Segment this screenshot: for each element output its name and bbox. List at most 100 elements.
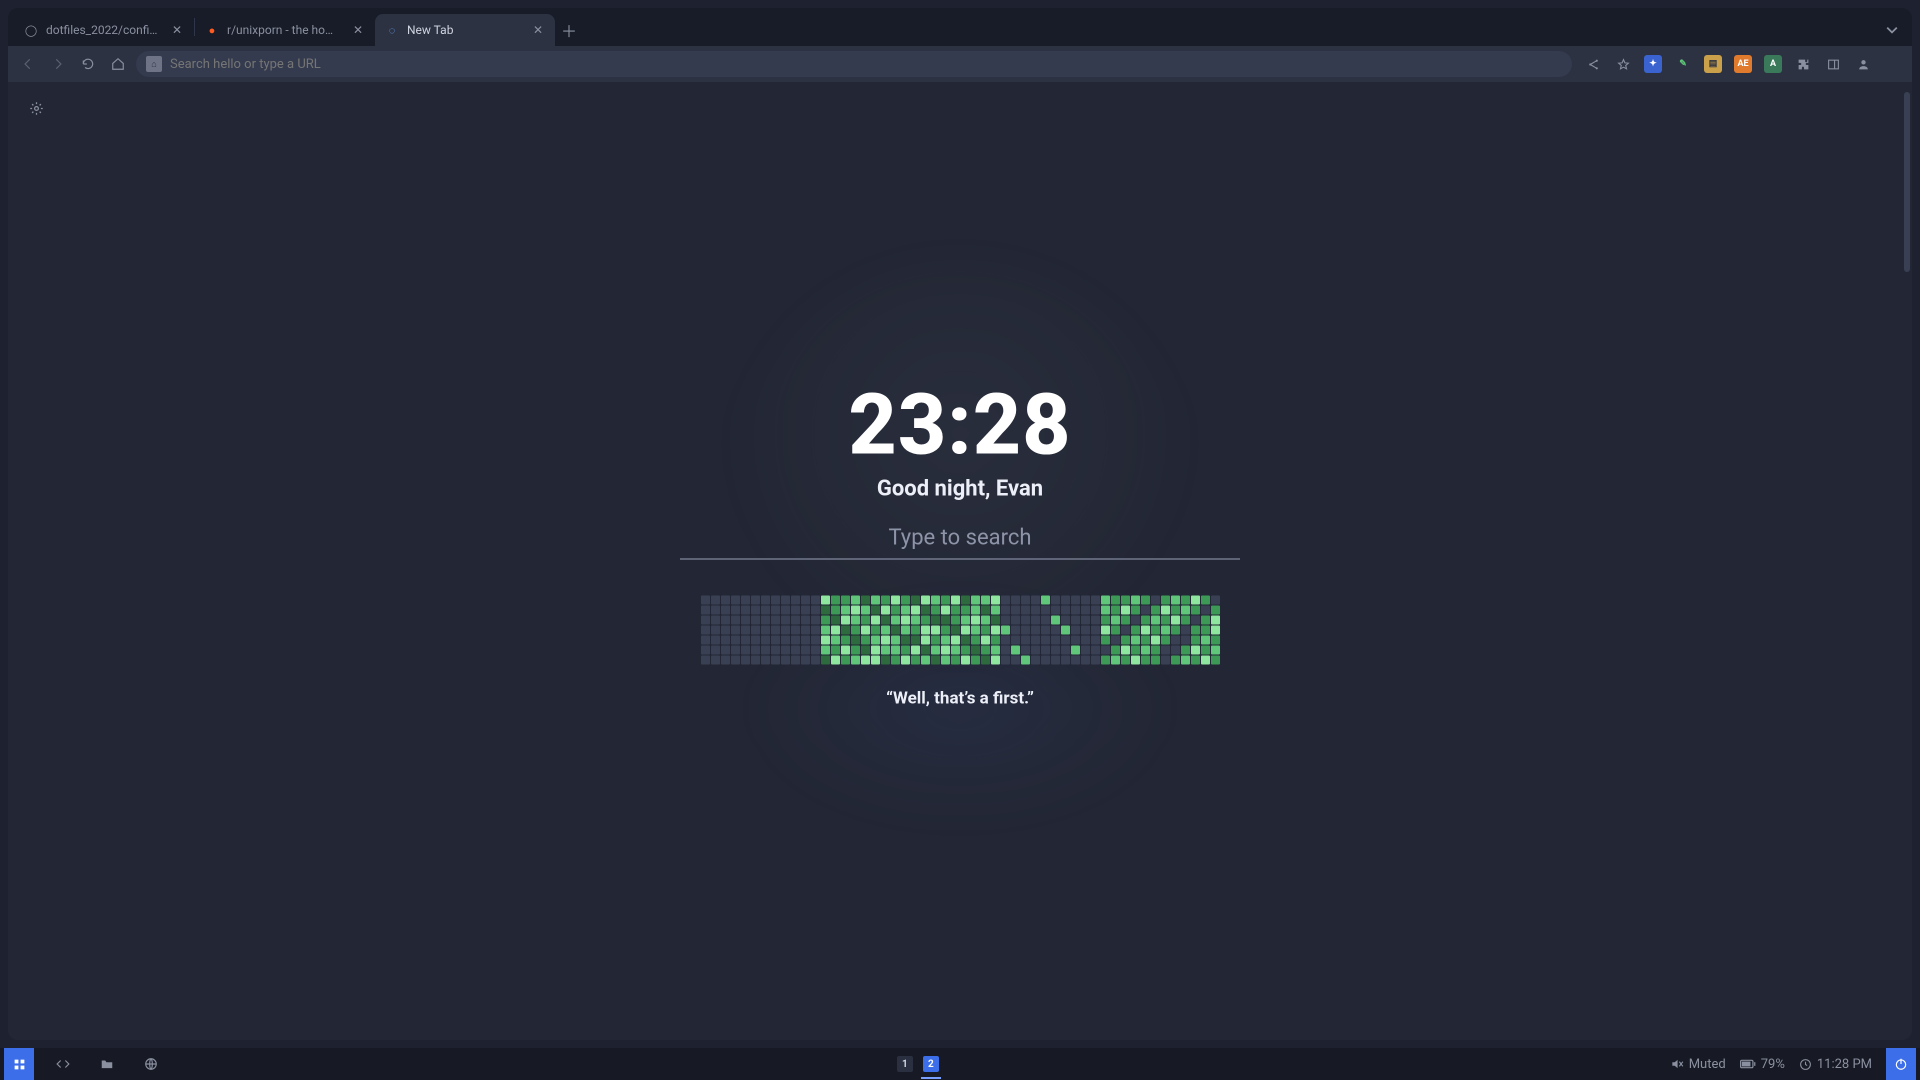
extension-button-2[interactable]: ✎	[1672, 53, 1694, 75]
workspace-2[interactable]: 2	[923, 1056, 939, 1072]
tab-unixporn[interactable]: ● r/unixporn - the home for *N ✕	[195, 14, 375, 46]
site-info-icon[interactable]: ⌂	[146, 56, 162, 72]
contribution-cell	[1101, 625, 1110, 634]
contribution-cell	[701, 605, 710, 614]
contribution-cell	[861, 605, 870, 614]
contribution-cell	[781, 645, 790, 654]
contribution-cell	[1201, 625, 1210, 634]
audio-status[interactable]: Muted	[1670, 1057, 1726, 1072]
contribution-cell	[1091, 615, 1100, 624]
omnibox[interactable]: ⌂	[136, 51, 1572, 77]
contribution-cell	[1061, 615, 1070, 624]
contribution-cell	[771, 645, 780, 654]
contribution-cell	[921, 605, 930, 614]
contribution-cell	[1101, 595, 1110, 604]
sidepanel-icon	[1827, 58, 1840, 71]
contribution-cell	[1131, 615, 1140, 624]
contribution-cell	[971, 655, 980, 664]
close-icon[interactable]: ✕	[531, 23, 545, 37]
newtab-search[interactable]	[680, 521, 1240, 559]
contribution-cell	[1041, 655, 1050, 664]
contribution-cell	[711, 635, 720, 644]
contribution-cell	[1151, 615, 1160, 624]
contribution-cell	[811, 635, 820, 644]
extensions-menu-button[interactable]	[1792, 53, 1814, 75]
tabs-overflow-button[interactable]	[1878, 14, 1906, 46]
address-input[interactable]	[170, 57, 1562, 72]
contribution-cell	[821, 635, 830, 644]
contribution-cell	[1211, 605, 1220, 614]
contribution-cell	[701, 625, 710, 634]
contribution-cell	[1191, 645, 1200, 654]
new-tab-button[interactable]: ＋	[555, 14, 583, 46]
reload-button[interactable]	[76, 52, 100, 76]
extension-button-1[interactable]: ✦	[1642, 53, 1664, 75]
contribution-cell	[1001, 625, 1010, 634]
contribution-cell	[1071, 595, 1080, 604]
share-button[interactable]	[1582, 53, 1604, 75]
contribution-cell	[1181, 645, 1190, 654]
contribution-cell	[1101, 605, 1110, 614]
contribution-cell	[961, 605, 970, 614]
sidepanel-button[interactable]	[1822, 53, 1844, 75]
contribution-cell	[951, 625, 960, 634]
back-button[interactable]	[16, 52, 40, 76]
contribution-cell	[771, 605, 780, 614]
contribution-cell	[711, 655, 720, 664]
contribution-cell	[891, 655, 900, 664]
contribution-cell	[781, 655, 790, 664]
contribution-cell	[861, 635, 870, 644]
contribution-cell	[721, 605, 730, 614]
home-icon	[111, 57, 125, 71]
contribution-cell	[881, 625, 890, 634]
close-icon[interactable]: ✕	[351, 23, 365, 37]
tab-new-tab[interactable]: ◌ New Tab ✕	[375, 14, 555, 46]
contribution-cell	[981, 645, 990, 654]
newtab-search-input[interactable]	[680, 521, 1240, 558]
contribution-cell	[1091, 635, 1100, 644]
forward-button[interactable]	[46, 52, 70, 76]
contribution-cell	[921, 625, 930, 634]
launcher-button[interactable]	[4, 1048, 34, 1080]
extension-button-3[interactable]: ▤	[1702, 53, 1724, 75]
contribution-cell	[741, 625, 750, 634]
bookmark-button[interactable]	[1612, 53, 1634, 75]
contribution-cell	[731, 605, 740, 614]
contribution-cell	[801, 655, 810, 664]
contribution-cell	[1141, 645, 1150, 654]
contribution-cell	[801, 625, 810, 634]
page-settings-button[interactable]	[26, 98, 46, 118]
tab-dotfiles[interactable]: ◯ dotfiles_2022/config at main ✕	[14, 14, 194, 46]
contribution-cell	[1041, 635, 1050, 644]
browser-menu-button[interactable]	[1882, 53, 1904, 75]
profile-button[interactable]	[1852, 53, 1874, 75]
contribution-cell	[1141, 655, 1150, 664]
contribution-cell	[1121, 655, 1130, 664]
workspace-1[interactable]: 1	[897, 1056, 913, 1072]
contribution-cell	[1131, 595, 1140, 604]
contribution-cell	[1121, 635, 1130, 644]
power-button[interactable]	[1886, 1048, 1916, 1080]
bar-files-button[interactable]	[92, 1048, 122, 1080]
close-icon[interactable]: ✕	[170, 23, 184, 37]
extension-button-a[interactable]: A	[1762, 53, 1784, 75]
bar-code-button[interactable]	[48, 1048, 78, 1080]
contribution-cell	[901, 605, 910, 614]
tab-label: r/unixporn - the home for *N	[227, 23, 343, 37]
contribution-cell	[1171, 655, 1180, 664]
contribution-cell	[1171, 605, 1180, 614]
contribution-cell	[1201, 655, 1210, 664]
contribution-cell	[911, 635, 920, 644]
contribution-cell	[1191, 625, 1200, 634]
contribution-cell	[1151, 635, 1160, 644]
clock-status[interactable]: 11:28 PM	[1799, 1057, 1872, 1072]
contribution-cell	[1181, 595, 1190, 604]
bar-browser-button[interactable]	[136, 1048, 166, 1080]
contribution-cell	[1101, 635, 1110, 644]
contribution-cell	[961, 595, 970, 604]
battery-status[interactable]: 79%	[1740, 1057, 1785, 1072]
contribution-cell	[791, 645, 800, 654]
scrollbar-thumb[interactable]	[1904, 92, 1910, 272]
home-button[interactable]	[106, 52, 130, 76]
extension-button-ae[interactable]: AE	[1732, 53, 1754, 75]
